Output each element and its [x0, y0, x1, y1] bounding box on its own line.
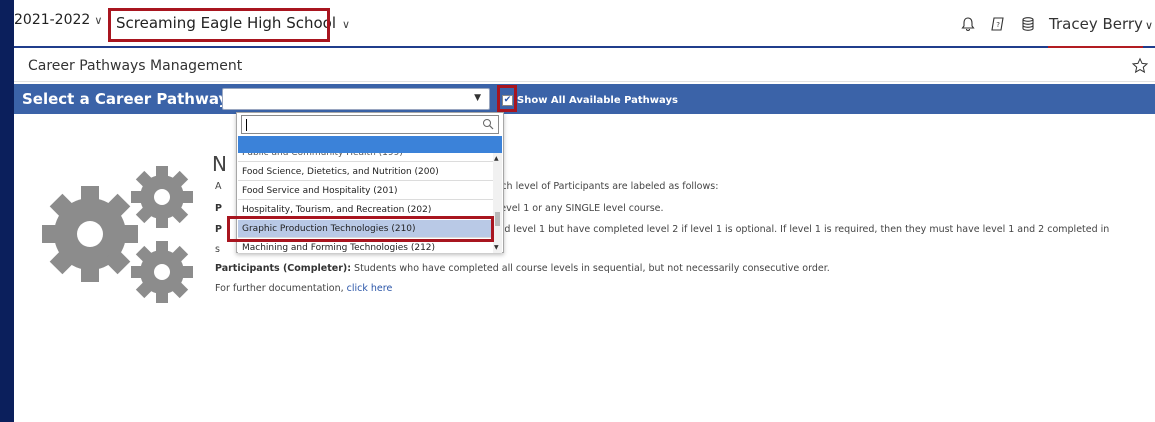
documentation-line: For further documentation, click here [215, 283, 392, 294]
line-1-start: A [215, 181, 222, 192]
line-2-end: y level 1 or any SINGLE level course. [488, 203, 664, 214]
user-name: Tracey Berry [1049, 15, 1143, 33]
chevron-down-icon: ∨ [1144, 19, 1153, 32]
user-menu[interactable]: Tracey Berry ∨ [1049, 15, 1153, 33]
text-cursor [246, 119, 247, 131]
search-icon [483, 119, 494, 130]
dropdown-scrollbar[interactable]: ▲ ▼ [493, 153, 502, 253]
chevron-down-icon: ∨ [94, 14, 103, 27]
pathway-option[interactable]: Food Science, Dietetics, and Nutrition (… [238, 163, 494, 181]
bell-icon[interactable] [959, 15, 977, 33]
chevron-down-icon: ∨ [342, 18, 351, 31]
school-year-selector[interactable]: 2021-2022 ∨ [14, 12, 102, 28]
documentation-link[interactable]: click here [347, 283, 393, 294]
career-pathway-select[interactable]: ▼ [222, 88, 490, 110]
description-completer: Participants (Completer): Students who h… [215, 263, 830, 274]
line-3-end: eted level 1 but have completed level 2 … [488, 224, 1110, 235]
dropdown-arrow-icon: ▼ [474, 93, 481, 103]
favorite-star-icon[interactable] [1131, 57, 1149, 75]
show-all-pathways-label: Show All Available Pathways [517, 94, 678, 106]
page-title: Career Pathways Management [28, 58, 243, 74]
line-3-start: P [215, 224, 222, 235]
app-window: 2021-2022 ∨ Screaming Eagle High School ∨ … [0, 0, 1155, 422]
career-pathway-bar: Select a Career Pathway: ▼ ✔ Show All Av… [14, 84, 1155, 114]
highlighted-empty-option[interactable] [238, 136, 502, 153]
annotation-highlight-box [108, 8, 330, 42]
annotation-highlight-box [227, 216, 494, 242]
documentation-text: For further documentation, [215, 283, 347, 294]
scroll-up-arrow-icon[interactable]: ▲ [494, 155, 499, 162]
top-right-tools: ? Tracey Berry ∨ [959, 10, 1155, 38]
line-3b-start: s [215, 244, 220, 255]
left-edge-strip [0, 0, 14, 422]
help-doc-icon[interactable]: ? [989, 15, 1007, 33]
content-heading: N [212, 152, 227, 176]
line-2-start: P [215, 203, 222, 214]
dropdown-search-input[interactable] [241, 115, 499, 134]
annotation-highlight-box [497, 85, 517, 112]
scrollbar-thumb[interactable] [495, 212, 500, 226]
scroll-down-arrow-icon[interactable]: ▼ [494, 244, 499, 251]
top-bar: 2021-2022 ∨ Screaming Eagle High School ∨ … [14, 0, 1155, 48]
pathway-option[interactable]: Food Service and Hospitality (201) [238, 182, 494, 200]
show-all-pathways-toggle[interactable]: ✔ Show All Available Pathways [502, 93, 678, 107]
gears-icon [42, 166, 193, 303]
user-underline [1048, 46, 1143, 48]
line-1-end: Each level of Participants are labeled a… [489, 181, 719, 192]
svg-text:?: ? [996, 21, 1000, 29]
completer-label: Participants (Completer): [215, 263, 352, 274]
school-year-label: 2021-2022 [14, 12, 91, 28]
pathway-option[interactable]: Public and Community Health (199) [238, 153, 494, 162]
completer-text: Students who have completed all course l… [351, 263, 830, 274]
database-icon[interactable] [1019, 15, 1037, 33]
main-content: N A Each level of Participants are labele… [14, 114, 1155, 422]
app-content: 2021-2022 ∨ Screaming Eagle High School ∨ … [14, 0, 1155, 422]
pathway-select-label: Select a Career Pathway: [22, 90, 235, 108]
description-line-3-continued: s [215, 244, 220, 255]
page-title-row: Career Pathways Management [14, 52, 1155, 82]
